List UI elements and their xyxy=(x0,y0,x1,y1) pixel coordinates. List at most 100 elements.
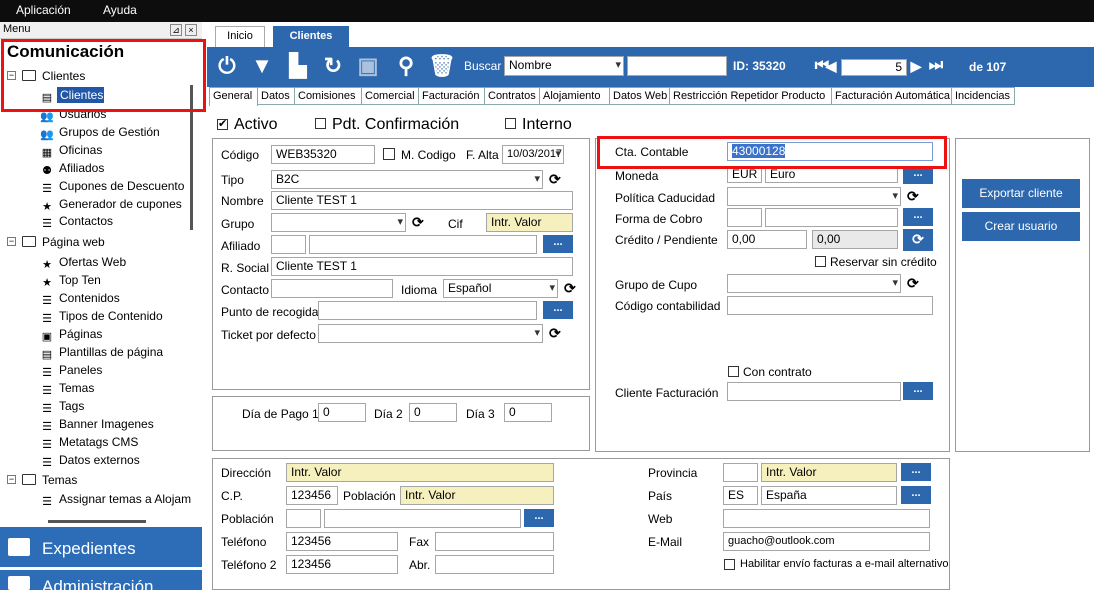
abr-input[interactable] xyxy=(435,555,554,574)
credito-input[interactable]: 0,00 xyxy=(727,230,807,249)
contrato-checkbox[interactable] xyxy=(728,366,739,377)
forma-code-input[interactable] xyxy=(727,208,762,227)
tree-item-metatags[interactable]: ☰ Metatags CMS xyxy=(40,435,138,451)
provincia-input[interactable]: Intr. Valor xyxy=(761,463,897,482)
next-record-icon[interactable]: ▶ xyxy=(909,53,923,79)
collapse-icon[interactable]: − xyxy=(7,237,16,246)
cif-input[interactable]: Intr. Valor xyxy=(486,213,573,232)
provincia-browse-button[interactable]: ... xyxy=(901,463,931,481)
pais-code-input[interactable]: ES xyxy=(723,486,758,505)
tree-item-cupones[interactable]: ☰ Cupones de Descuento xyxy=(40,179,184,195)
grupo-select[interactable] xyxy=(271,213,406,232)
subtab-facturación[interactable]: Facturación xyxy=(418,87,485,105)
new-document-icon[interactable]: ▙ xyxy=(285,53,311,79)
codcont-input[interactable] xyxy=(727,296,933,315)
habilitar-checkbox[interactable] xyxy=(724,559,735,570)
tree-item-topten[interactable]: ★ Top Ten xyxy=(40,273,101,289)
subtab-facturación-automática[interactable]: Facturación Automática xyxy=(831,87,952,105)
tree-item-oficinas[interactable]: ▦ Oficinas xyxy=(40,143,103,159)
power-icon[interactable]: ⏻ xyxy=(214,53,240,79)
subtab-restricción-repetidor-producto[interactable]: Restricción Repetidor Producto xyxy=(669,87,832,105)
tab-clientes[interactable]: Clientes xyxy=(273,26,349,47)
nav-administracion[interactable]: Administración xyxy=(0,570,202,596)
trash-icon[interactable]: 🗑 xyxy=(428,53,456,79)
subtab-datos[interactable]: Datos xyxy=(257,87,295,105)
nombre-input[interactable]: Cliente TEST 1 xyxy=(271,191,573,210)
search-icon[interactable]: ⚲ xyxy=(393,53,419,79)
last-record-icon[interactable]: ⏭ xyxy=(923,53,949,79)
rsocial-input[interactable]: Cliente TEST 1 xyxy=(271,257,573,276)
provincia-code-input[interactable] xyxy=(723,463,758,482)
horizontal-scrollbar[interactable] xyxy=(48,520,146,523)
save-icon[interactable]: ▣ xyxy=(355,53,381,79)
poblacion2-name-input[interactable] xyxy=(324,509,521,528)
dia2-input[interactable]: 0 xyxy=(409,403,457,422)
codigo-input[interactable]: WEB35320 xyxy=(271,145,375,164)
cp-input[interactable]: 123456 xyxy=(286,486,338,505)
refresh-icon[interactable]: ⟳ xyxy=(907,189,919,203)
refresh-icon[interactable]: ⟳ xyxy=(549,172,561,186)
tree-item-contenidos[interactable]: ☰ Contenidos xyxy=(40,291,120,307)
falta-date[interactable]: 10/03/2017 xyxy=(502,145,564,164)
refresh-icon[interactable]: ↻ xyxy=(320,53,346,79)
subtab-comisiones[interactable]: Comisiones xyxy=(294,87,362,105)
idioma-select[interactable]: Español xyxy=(443,279,558,298)
refresh-icon[interactable]: ⟳ xyxy=(412,215,424,229)
forma-browse-button[interactable]: ... xyxy=(903,208,933,226)
tree-item-asignar[interactable]: ☰ Assignar temas a Alojam xyxy=(40,492,191,508)
refresh-icon[interactable]: ⟳ xyxy=(907,276,919,290)
refresh-credit-button[interactable]: ⟳ xyxy=(903,229,933,251)
email-input[interactable]: guacho@outlook.com xyxy=(723,532,930,551)
pin-icon[interactable]: ⊿ xyxy=(170,24,182,36)
close-icon[interactable]: × xyxy=(185,24,197,36)
telefono2-input[interactable]: 123456 xyxy=(286,555,398,574)
tipo-select[interactable]: B2C xyxy=(271,170,543,189)
interno-checkbox[interactable] xyxy=(505,118,516,129)
record-number-input[interactable]: 5 xyxy=(841,59,907,76)
web-input[interactable] xyxy=(723,509,930,528)
filter-icon[interactable]: ▼ xyxy=(249,53,275,79)
tab-inicio[interactable]: Inicio xyxy=(215,26,265,47)
poblacion2-code-input[interactable] xyxy=(286,509,321,528)
tree-item-temas[interactable]: ☰ Temas xyxy=(40,381,94,397)
clientefact-browse-button[interactable]: ... xyxy=(903,382,933,400)
prev-record-icon[interactable]: ◀ xyxy=(824,53,838,79)
pais-browse-button[interactable]: ... xyxy=(901,486,931,504)
tree-item-paginas[interactable]: ▣ Páginas xyxy=(40,327,103,343)
forma-name-input[interactable] xyxy=(765,208,898,227)
contacto-input[interactable] xyxy=(271,279,393,298)
punto-browse-button[interactable]: ... xyxy=(543,301,573,319)
exportar-cliente-button[interactable]: Exportar cliente xyxy=(962,179,1080,208)
afiliado-name-input[interactable] xyxy=(309,235,537,254)
tree-item-grupos[interactable]: 👥 Grupos de Gestión xyxy=(40,125,160,141)
tree-item-plantillas[interactable]: ▤ Plantillas de página xyxy=(40,345,163,361)
ticket-select[interactable] xyxy=(318,324,543,343)
pdt-checkbox[interactable] xyxy=(315,118,326,129)
fax-input[interactable] xyxy=(435,532,554,551)
afiliado-code-input[interactable] xyxy=(271,235,306,254)
crear-usuario-button[interactable]: Crear usuario xyxy=(962,212,1080,241)
clientefact-input[interactable] xyxy=(727,382,901,401)
subtab-comercial[interactable]: Comercial xyxy=(361,87,419,105)
punto-input[interactable] xyxy=(318,301,537,320)
politica-select[interactable] xyxy=(727,187,901,206)
tree-item-datos-externos[interactable]: ☰ Datos externos xyxy=(40,453,140,469)
pais-input[interactable]: España xyxy=(761,486,897,505)
tree-item-temas-folder[interactable]: Temas xyxy=(42,473,77,487)
search-input[interactable] xyxy=(627,56,727,76)
nav-expedientes[interactable]: Expedientes xyxy=(0,527,202,567)
subtab-contratos[interactable]: Contratos xyxy=(484,87,540,105)
reservar-checkbox[interactable] xyxy=(815,256,826,267)
subtab-incidencias[interactable]: Incidencias xyxy=(951,87,1015,105)
search-field-select[interactable]: Nombre xyxy=(504,56,624,76)
subtab-general[interactable]: General xyxy=(209,87,258,106)
menu-ayuda[interactable]: Ayuda xyxy=(103,3,137,17)
refresh-icon[interactable]: ⟳ xyxy=(564,281,576,295)
afiliado-browse-button[interactable]: ... xyxy=(543,235,573,253)
tree-item-tags[interactable]: ☰ Tags xyxy=(40,399,84,415)
poblacion2-browse-button[interactable]: ... xyxy=(524,509,554,527)
tree-item-generador[interactable]: ★ Generador de cupones xyxy=(40,197,182,213)
poblacion-input[interactable]: Intr. Valor xyxy=(400,486,554,505)
tree-item-banner[interactable]: ☰ Banner Imagenes xyxy=(40,417,154,433)
subtab-datos-web[interactable]: Datos Web xyxy=(609,87,670,105)
